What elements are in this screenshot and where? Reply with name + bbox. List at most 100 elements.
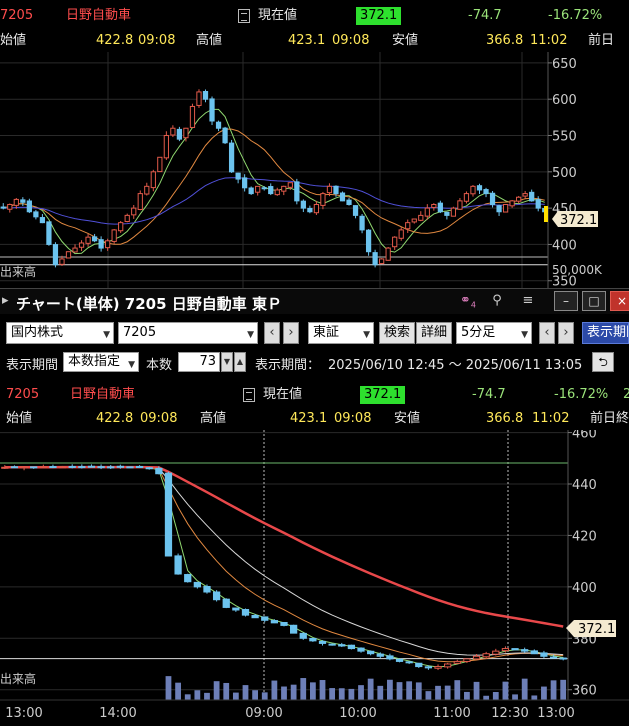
candle-body [78,466,86,469]
count-down-button[interactable]: ▼ [221,352,233,372]
top-volume-label: 出来高 [0,264,36,279]
search-button[interactable]: 検索 [379,322,416,344]
volume-bar [175,682,181,700]
volume-bar [367,678,374,700]
bottom-prev-label: 前日終 [590,411,629,426]
prev-code-button[interactable]: ‹ [264,322,280,344]
volume-bar [425,691,432,700]
count-input[interactable]: 73 [178,352,220,372]
display-period-button[interactable]: 表示期間 [582,322,629,344]
candle-body [326,185,333,194]
candle-body [457,200,463,210]
interval-select[interactable]: 5分足 [456,322,532,344]
candle-body [145,467,153,470]
x-tick-label: 12:30 [491,706,528,721]
volume-bar [521,678,528,700]
candle-body [124,214,130,223]
candle-body [530,650,538,655]
candle-body [385,247,391,261]
document-icon[interactable] [238,9,250,28]
candle-body [376,653,384,657]
candle-body [49,466,57,469]
chart-window-titlebar[interactable]: ▸ チャート(単体) 7205 日野自動車 東Ｐ ⚭4 ⚲ ≡ – □ × [0,288,629,314]
candle-body [522,193,528,197]
candle-body [176,128,183,140]
top-volume-tick: 50,000K [552,263,603,277]
next-code-button[interactable]: › [283,322,299,344]
maximize-button[interactable]: □ [582,291,606,311]
candle-body [418,214,424,221]
candle-body [241,609,250,616]
y-tick-label: 360 [572,684,597,699]
candle-body [268,186,274,195]
detail-button[interactable]: 詳細 [416,322,453,344]
candle-body [287,182,293,188]
candle-body [509,200,515,207]
return-icon[interactable]: ⮌ [592,352,614,372]
bottom-document-icon[interactable] [243,388,255,407]
candle-body [289,624,298,634]
top-price-chart[interactable]: 650600550500450400350 372.1 出来高 50,000K [0,52,629,288]
volume-bar [560,679,567,700]
top-name: 日野自動車 [66,8,132,23]
volume-bar [223,682,230,700]
bottom-open-time: 09:08 [140,411,178,426]
x-tick-label: 10:00 [339,706,376,721]
close-button[interactable]: × [610,291,629,311]
candle-body [150,171,156,189]
search-icon[interactable]: ⚲ [487,293,507,311]
candle-body [189,105,196,128]
volume-bar [502,681,509,700]
candle-body [184,574,192,583]
candle-body [65,251,72,259]
candle-body [434,666,442,669]
drag-handle-icon[interactable]: ▸ [2,293,9,308]
bottom-volume-label: 出来高 [0,671,36,686]
candle-body [107,466,115,469]
candle-body [529,191,535,202]
candle-body [328,643,336,646]
candle-body [411,218,417,223]
candle-body [307,207,313,213]
candle-body [26,200,32,213]
volume-bar [406,681,413,700]
period-mode-select[interactable]: 本数指定 [63,352,139,373]
minimize-button[interactable]: – [554,291,578,311]
menu-icon[interactable]: ≡ [518,293,538,311]
candle-body [511,648,519,651]
candle-body [463,658,471,662]
candle-body [496,205,502,213]
volume-bar [512,694,518,700]
bottom-high-time: 09:08 [334,411,372,426]
market-select[interactable]: 国内株式 [6,322,114,344]
candle-body [357,647,365,652]
prev-interval-button[interactable]: ‹ [539,322,555,344]
count-up-button[interactable]: ▲ [234,352,246,372]
next-interval-button[interactable]: › [558,322,574,344]
candle-body [135,466,144,469]
bottom-open-value: 422.8 [96,411,134,426]
candle-body [333,185,339,195]
y-tick-label: 400 [572,581,597,596]
code-input[interactable]: 7205 [118,322,258,344]
bottom-change: -74.7 [472,387,506,402]
candle-body [398,229,404,239]
candle-body [248,187,254,195]
exchange-select[interactable]: 東証 [308,322,374,344]
bottom-price-chart[interactable]: 460440420400380360 372.1 出来高 13:00 14:00 0… [0,430,629,726]
candle-body [347,644,356,650]
candle-body [379,258,385,265]
x-tick-label: 13:00 [537,706,574,721]
candle-body [320,193,326,206]
link-icon[interactable]: ⚭4 [458,293,478,311]
volume-bar [415,682,422,700]
candle-body [300,200,306,209]
candle-body [472,655,481,660]
candle-body [68,465,76,468]
candle-body [203,585,211,593]
bottom-name: 日野自動車 [70,387,136,402]
candle-body [91,236,98,242]
volume-bar [464,691,470,700]
svg-text:372.1: 372.1 [560,213,597,228]
top-low-label: 安値 [392,33,419,48]
